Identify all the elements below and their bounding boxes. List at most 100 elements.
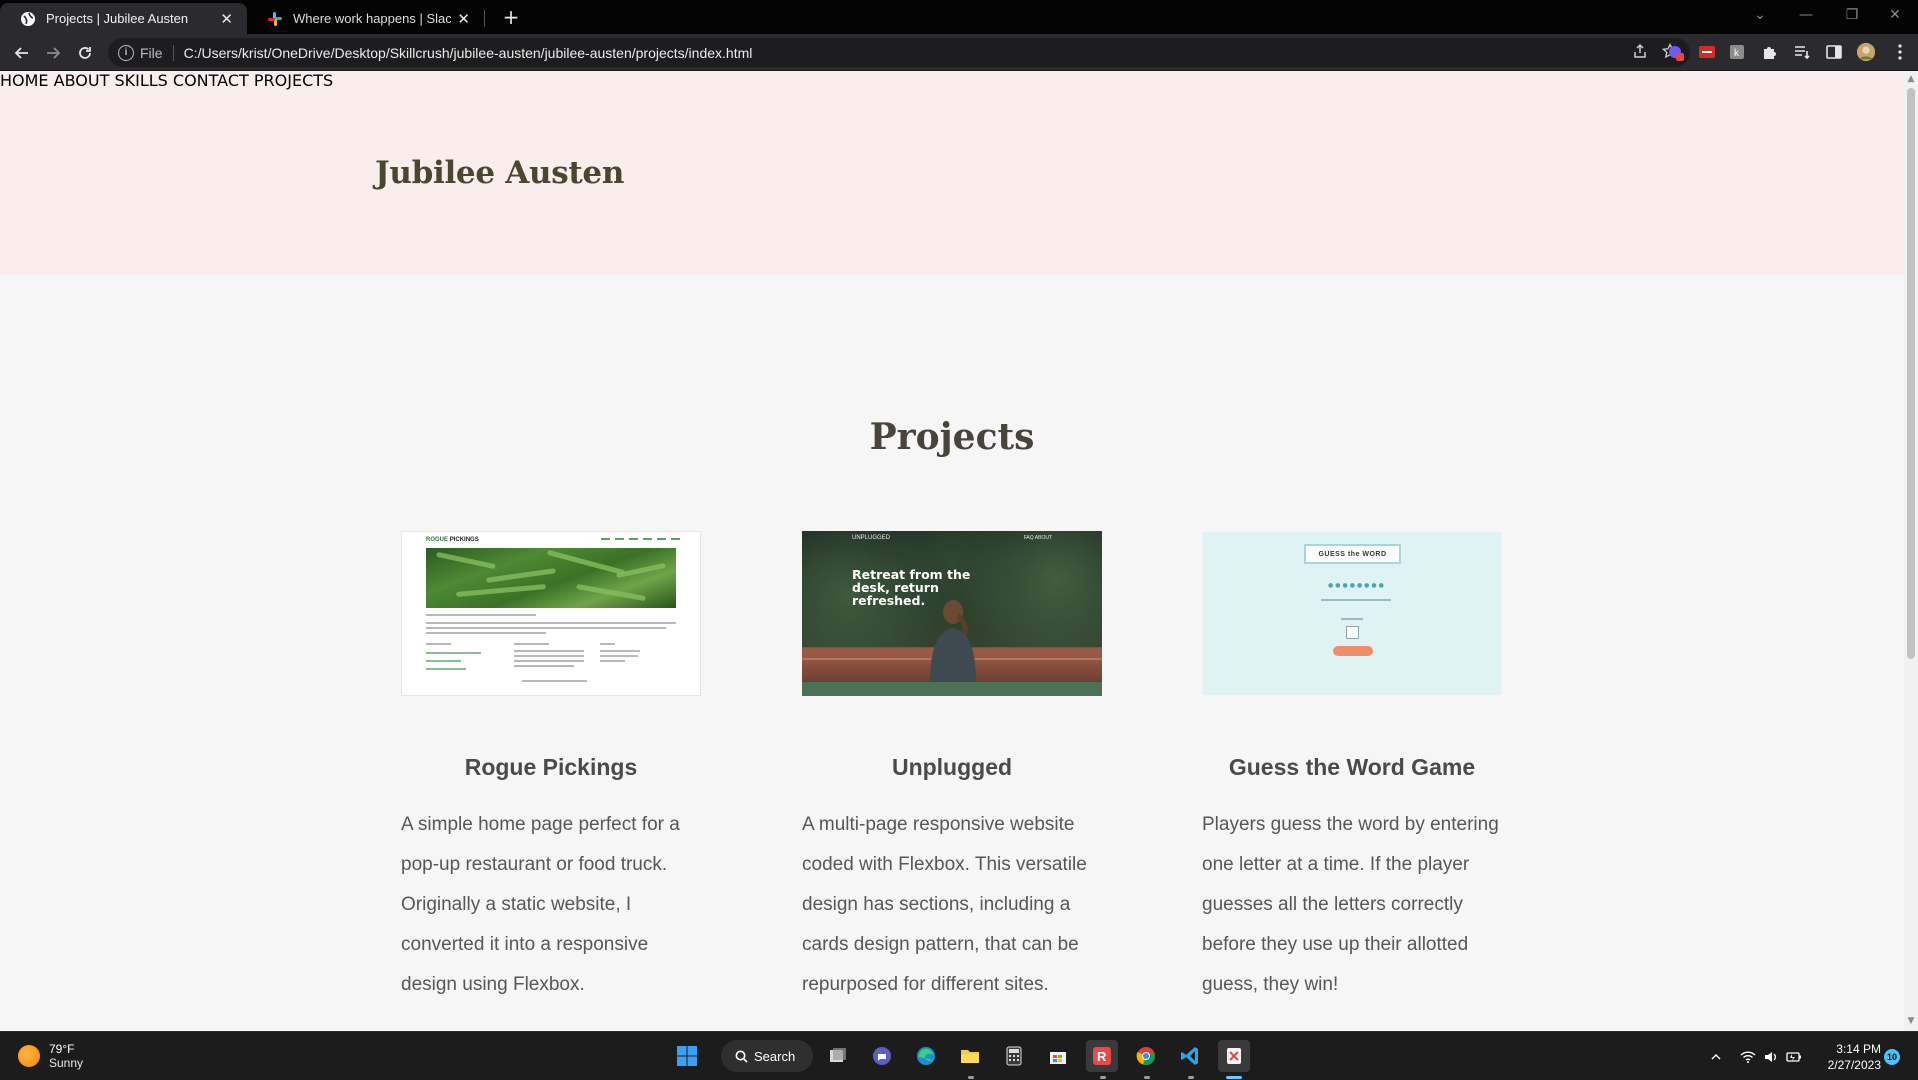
running-indicator <box>1100 1076 1106 1079</box>
running-indicator <box>1144 1076 1150 1079</box>
thumb-dots: ●●●●●●●● <box>1328 582 1386 589</box>
person-figure <box>930 600 976 682</box>
thumb-links: FAQ ABOUT <box>1023 535 1052 541</box>
file-explorer-icon[interactable] <box>954 1040 986 1072</box>
address-bar[interactable]: i File C:/Users/krist/OneDrive/Desktop/S… <box>108 38 1690 67</box>
project-card-rogue: ROGUE PICKINGS Rogue Pickings A simple h… <box>401 531 701 1005</box>
running-indicator <box>1188 1076 1194 1079</box>
weather-widget[interactable]: 79°F Sunny <box>18 1042 83 1070</box>
clock-time: 3:14 PM <box>1836 1042 1881 1056</box>
weather-desc: Sunny <box>49 1056 84 1070</box>
extension-icon[interactable] <box>1665 42 1685 62</box>
tab-title: Where work happens | Slack <box>293 11 452 26</box>
edge-icon[interactable] <box>910 1040 942 1072</box>
close-tab-icon[interactable]: ✕ <box>220 10 233 28</box>
minimize-icon[interactable]: — <box>1783 0 1829 30</box>
project-description: Players guess the word by entering one l… <box>1202 814 1499 995</box>
profile-avatar[interactable] <box>1856 42 1876 62</box>
tab-separator <box>484 10 485 27</box>
teams-chat-icon[interactable] <box>866 1040 898 1072</box>
more-menu-icon[interactable] <box>1890 42 1910 62</box>
omnibox-divider <box>172 44 174 61</box>
back-arrow-icon[interactable] <box>9 40 35 66</box>
battery-icon[interactable] <box>1786 1032 1802 1080</box>
sun-icon <box>18 1045 40 1067</box>
scrollbar-thumb[interactable] <box>1907 88 1915 659</box>
projects-heading: Projects <box>869 416 1035 458</box>
task-view-icon[interactable] <box>822 1040 854 1072</box>
forward-arrow-icon[interactable] <box>40 40 66 66</box>
vscode-icon[interactable] <box>1174 1040 1206 1072</box>
notification-badge[interactable]: 10 <box>1884 1049 1900 1065</box>
site-header: Jubilee Austen HOME ABOUT SKILLS CONTACT… <box>0 71 1904 275</box>
reload-icon[interactable] <box>72 40 98 66</box>
project-card-unplugged: UNPLUGGED FAQ ABOUT Retreat from the des… <box>802 531 1102 1005</box>
wifi-icon[interactable] <box>1740 1032 1756 1080</box>
thumb-logo: UNPLUGGED <box>852 535 891 541</box>
r-app-icon[interactable]: R <box>1086 1040 1118 1072</box>
weather-temp: 79°F <box>49 1042 75 1056</box>
store-icon[interactable] <box>1042 1040 1074 1072</box>
snipping-tool-icon[interactable] <box>1218 1040 1250 1072</box>
thumb-input-box <box>1346 626 1359 639</box>
nav-contact[interactable]: CONTACT <box>173 71 249 90</box>
search-icon <box>735 1050 748 1063</box>
system-clock[interactable]: 3:14 PM 2/27/2023 <box>1815 1041 1881 1073</box>
thumb-menu <box>601 538 680 540</box>
thumb-text-line <box>1321 599 1391 601</box>
close-window-icon[interactable]: ✕ <box>1872 0 1918 30</box>
clock-date: 2/27/2023 <box>1827 1058 1881 1072</box>
site-logo[interactable]: Jubilee Austen <box>375 155 624 191</box>
project-title: Unplugged <box>891 754 1013 780</box>
unplugged-thumbnail[interactable]: UNPLUGGED FAQ ABOUT Retreat from the des… <box>802 531 1102 696</box>
browser-toolbar: i File C:/Users/krist/OneDrive/Desktop/S… <box>0 34 1918 71</box>
nav-about[interactable]: ABOUT <box>54 71 110 90</box>
thumb-bottom-strip <box>802 682 1102 696</box>
restore-icon[interactable]: ❐ <box>1829 0 1875 30</box>
guess-word-thumbnail[interactable]: GUESS the WORD ●●●●●●●● <box>1202 531 1502 696</box>
tab-title: Projects | Jubilee Austen <box>46 11 189 26</box>
tab-search-chevron-icon[interactable]: ⌄ <box>1737 0 1783 30</box>
browser-tab-bar: Projects | Jubilee Austen ✕ Where work h… <box>0 0 1918 34</box>
chrome-icon[interactable] <box>1130 1040 1162 1072</box>
close-tab-icon[interactable]: ✕ <box>457 10 470 28</box>
nav-skills[interactable]: SKILLS <box>114 71 167 90</box>
windows-start-icon[interactable] <box>671 1040 703 1072</box>
url-text[interactable]: C:/Users/krist/OneDrive/Desktop/Skillcru… <box>184 45 753 61</box>
thumb-brand: ROGUE PICKINGS <box>426 537 479 543</box>
windows-taskbar: 79°F Sunny Search R 3:14 PM 2/27/2023 10 <box>0 1031 1918 1080</box>
project-description: A simple home page perfect for a pop-up … <box>401 814 680 995</box>
share-icon[interactable] <box>1632 43 1648 62</box>
nav-home[interactable]: HOME <box>0 71 49 90</box>
taskbar-search[interactable]: Search <box>721 1040 813 1072</box>
reading-list-icon[interactable] <box>1792 42 1812 62</box>
scroll-up-icon[interactable]: ▲ <box>1907 75 1915 84</box>
thumb-header: UNPLUGGED FAQ ABOUT <box>802 531 1102 545</box>
password-manager-icon[interactable] <box>1697 42 1717 62</box>
show-hidden-icons-chevron-icon[interactable] <box>1710 1032 1722 1080</box>
thumb-banner: GUESS the WORD <box>1304 544 1401 564</box>
page-viewport: Jubilee Austen HOME ABOUT SKILLS CONTACT… <box>0 71 1904 1031</box>
slack-icon <box>267 11 283 27</box>
running-indicator <box>968 1076 974 1079</box>
rogue-pickings-thumbnail[interactable]: ROGUE PICKINGS <box>401 531 701 696</box>
side-panel-icon[interactable] <box>1824 42 1844 62</box>
url-scheme: File <box>140 44 163 61</box>
thumb-label-line <box>1341 618 1363 620</box>
nav-projects[interactable]: PROJECTS <box>254 71 333 90</box>
project-title: Guess the Word Game <box>1228 754 1476 780</box>
calculator-icon[interactable] <box>998 1040 1030 1072</box>
page-scrollbar[interactable]: ▲ ▼ <box>1904 71 1918 1031</box>
tab-projects[interactable]: Projects | Jubilee Austen ✕ <box>0 3 247 34</box>
project-title: Rogue Pickings <box>464 754 638 780</box>
puzzle-extensions-icon[interactable] <box>1760 42 1780 62</box>
volume-icon[interactable] <box>1763 1032 1779 1080</box>
scroll-down-icon[interactable]: ▼ <box>1907 1017 1915 1026</box>
project-description: A multi-page responsive website coded wi… <box>802 814 1087 995</box>
tab-slack[interactable]: Where work happens | Slack ✕ <box>247 3 484 34</box>
main-nav: HOME ABOUT SKILLS CONTACT PROJECTS <box>0 71 1904 90</box>
active-app-indicator <box>1226 1076 1242 1079</box>
new-tab-button[interactable]: + <box>498 4 524 30</box>
extension-k-icon[interactable]: k <box>1727 42 1747 62</box>
info-icon[interactable]: i <box>118 44 134 61</box>
